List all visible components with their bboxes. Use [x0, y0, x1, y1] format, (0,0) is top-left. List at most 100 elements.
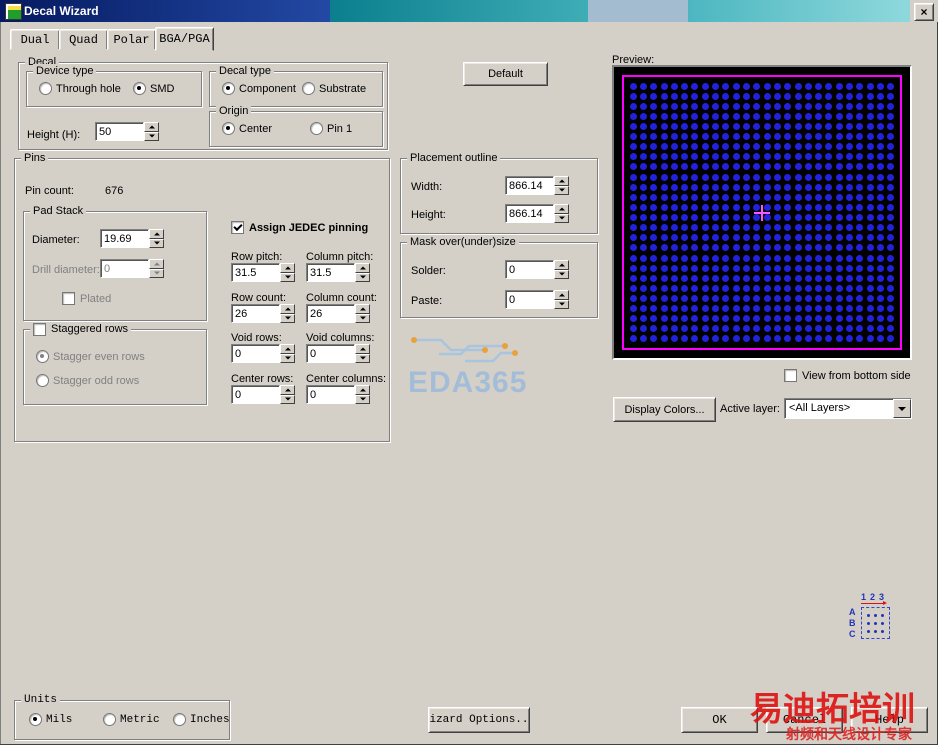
radio-smd[interactable]: SMD	[133, 82, 174, 95]
row-count-input[interactable]	[231, 304, 280, 323]
column-count-spinner	[355, 304, 370, 323]
spin-down-button[interactable]	[144, 131, 159, 141]
spin-down-button[interactable]	[554, 299, 569, 309]
cancel-button[interactable]: Cancel	[766, 707, 843, 733]
placement-width-input[interactable]	[505, 176, 554, 195]
radio-inches[interactable]: Inches	[173, 713, 230, 726]
height-input[interactable]	[95, 122, 144, 141]
spin-up-button[interactable]	[280, 263, 295, 273]
default-button[interactable]: Default	[463, 62, 548, 86]
void-columns-input[interactable]	[306, 344, 355, 363]
decal-group: Decal Device type Through hole SMD Decal…	[18, 55, 388, 150]
spin-up-button[interactable]	[355, 263, 370, 273]
spin-down-button[interactable]	[280, 394, 295, 404]
spin-up-button[interactable]	[149, 229, 164, 239]
ok-button[interactable]: OK	[681, 707, 758, 733]
spin-down-button[interactable]	[554, 185, 569, 195]
spin-down-button[interactable]	[355, 272, 370, 282]
radio-circle	[222, 122, 235, 135]
radio-pin1[interactable]: Pin 1	[310, 122, 352, 135]
spin-up-button[interactable]	[144, 122, 159, 132]
display-colors-button[interactable]: Display Colors...	[613, 397, 716, 422]
spin-up-button[interactable]	[355, 304, 370, 314]
center-rows-input[interactable]	[231, 385, 280, 404]
placement-height-spinfield	[505, 204, 569, 223]
drill-diameter-spinner	[149, 259, 164, 278]
tab-quad[interactable]: Quad	[59, 29, 108, 50]
radio-label: Through hole	[56, 82, 121, 95]
row-pitch-input[interactable]	[231, 263, 280, 282]
spin-up-button[interactable]	[355, 344, 370, 354]
background-window-strip-3	[688, 0, 938, 22]
spin-down-button[interactable]	[554, 213, 569, 223]
center-columns-input[interactable]	[306, 385, 355, 404]
paste-input[interactable]	[505, 290, 554, 309]
spin-down-button[interactable]	[280, 313, 295, 323]
diameter-input[interactable]	[100, 229, 149, 248]
radio-label: Inches	[190, 713, 230, 726]
spin-up-button[interactable]	[554, 290, 569, 300]
pin-count-label: Pin count:	[25, 185, 74, 197]
view-from-bottom-checkbox[interactable]: View from bottom side	[784, 369, 911, 382]
pin-key-letter: A	[849, 607, 856, 617]
radio-center[interactable]: Center	[222, 122, 272, 135]
help-button[interactable]: Help	[851, 707, 928, 733]
spin-down-button[interactable]	[280, 353, 295, 363]
pin-key-dot-grid	[865, 611, 886, 635]
close-button[interactable]: ×	[914, 3, 934, 21]
spin-up-button[interactable]	[554, 176, 569, 186]
radio-component[interactable]: Component	[222, 82, 296, 95]
radio-label: Center	[239, 122, 273, 135]
radio-through-hole[interactable]: Through hole	[39, 82, 121, 95]
column-count-input[interactable]	[306, 304, 355, 323]
spin-up-button[interactable]	[554, 204, 569, 214]
radio-mils[interactable]: Mils	[29, 713, 72, 726]
center-rows-spinfield	[231, 385, 295, 404]
solder-input[interactable]	[505, 260, 554, 279]
radio-substrate[interactable]: Substrate	[302, 82, 366, 95]
staggered-rows-group: Staggered rows Stagger even rows Stagger…	[23, 322, 207, 405]
radio-label: Component	[239, 82, 296, 95]
void-rows-input[interactable]	[231, 344, 280, 363]
units-group: Units Mils Metric Inches	[14, 693, 230, 740]
spin-down-button[interactable]	[149, 238, 164, 248]
tab-label: Quad	[69, 32, 98, 47]
spin-down-button[interactable]	[280, 272, 295, 282]
spin-down-button[interactable]	[355, 394, 370, 404]
spin-up-button[interactable]	[554, 260, 569, 270]
spin-up-button	[149, 259, 164, 269]
spin-up-button[interactable]	[280, 304, 295, 314]
pin-key-letter: C	[849, 629, 856, 639]
pad-stack-legend: Pad Stack	[30, 204, 87, 218]
spin-down-button[interactable]	[355, 313, 370, 323]
void-columns-spinner	[355, 344, 370, 363]
staggered-rows-checkbox[interactable]	[33, 322, 46, 336]
placement-height-input[interactable]	[505, 204, 554, 223]
active-layer-dropdown[interactable]: <All Layers>	[784, 398, 912, 419]
tab-polar[interactable]: Polar	[107, 29, 156, 50]
device-type-legend: Device type	[33, 64, 97, 78]
radio-label: Pin 1	[327, 122, 353, 135]
spin-up-button[interactable]	[280, 385, 295, 395]
drill-diameter-label: Drill diameter:	[32, 264, 100, 276]
wizard-options-button[interactable]: izard Options..	[428, 707, 530, 733]
chevron-down-icon[interactable]	[893, 399, 911, 418]
decal-type-group: Decal type Component Substrate	[209, 64, 383, 107]
spin-up-button[interactable]	[280, 344, 295, 354]
eda365-logo-traces	[411, 337, 518, 363]
tab-bga-pga[interactable]: BGA/PGA	[155, 27, 214, 51]
column-pitch-input[interactable]	[306, 263, 355, 282]
solder-spinfield	[505, 260, 569, 279]
spin-up-button[interactable]	[355, 385, 370, 395]
spin-down-button[interactable]	[355, 353, 370, 363]
radio-circle	[173, 713, 186, 726]
jedec-checkbox[interactable]: Assign JEDEC pinning	[231, 221, 368, 234]
origin-crosshair-icon	[754, 204, 770, 221]
spin-down-button[interactable]	[554, 269, 569, 279]
plated-checkbox: Plated	[62, 292, 111, 305]
placement-width-spinner	[554, 176, 569, 195]
radio-metric[interactable]: Metric	[103, 713, 160, 726]
tab-dual[interactable]: Dual	[10, 29, 60, 50]
eda365-logo: EDA365	[405, 328, 575, 410]
spin-down-button	[149, 268, 164, 278]
